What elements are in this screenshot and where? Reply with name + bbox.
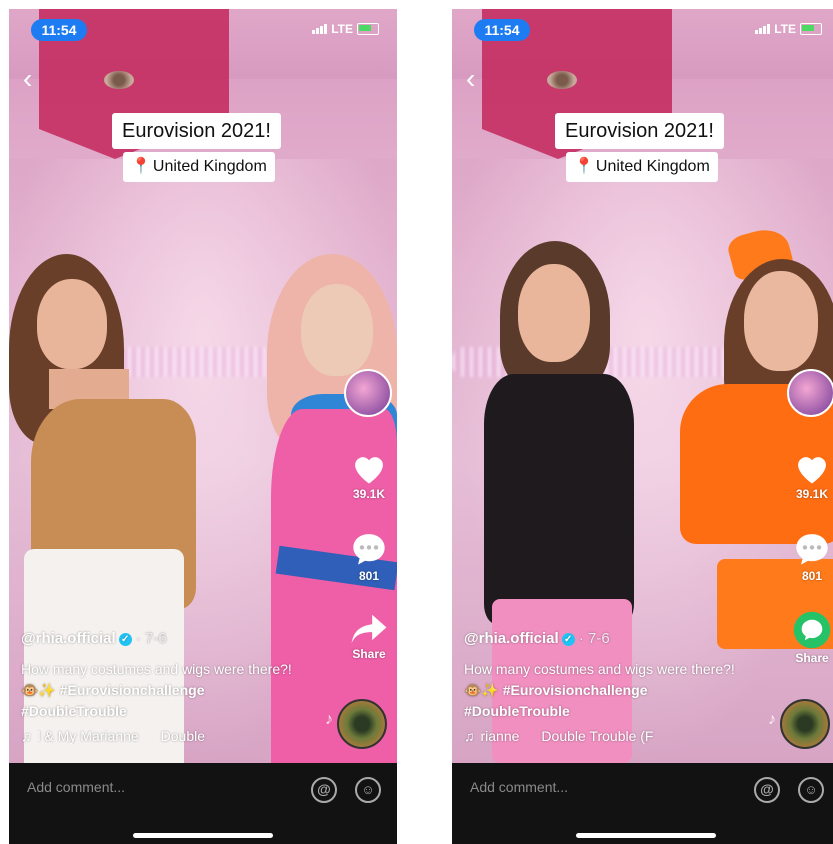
creator-username[interactable]: @rhia.official ✓ · 7-6 <box>21 630 167 647</box>
status-indicators: LTE <box>312 22 379 36</box>
hashtag-doubletrouble[interactable]: #DoubleTrouble <box>464 703 570 719</box>
comment-button[interactable]: 801 <box>347 531 391 583</box>
music-note-icon: ♫ <box>464 728 475 744</box>
like-button[interactable]: 39.1K <box>347 451 391 501</box>
comment-button[interactable]: 801 <box>790 531 833 583</box>
comment-bar: Add comment... @ ☺ <box>452 763 833 844</box>
share-button[interactable]: Share <box>790 611 833 665</box>
like-count: 39.1K <box>352 487 386 501</box>
status-indicators: LTE <box>755 22 822 36</box>
username-text: @rhia.official <box>21 630 116 647</box>
share-label: Share <box>352 647 386 661</box>
emoji-icon[interactable]: ☺ <box>798 777 824 803</box>
music-title-part2: Double <box>160 728 206 744</box>
floating-note-icon: ♪ <box>325 711 333 728</box>
network-label: LTE <box>774 22 796 36</box>
location-label: United Kingdom <box>152 158 267 175</box>
hashtag-doubletrouble[interactable]: #DoubleTrouble <box>21 703 127 719</box>
status-time: 11:54 <box>474 19 530 41</box>
username-text: @rhia.official <box>464 630 559 647</box>
map-pin-icon: 📍 <box>131 158 151 175</box>
network-label: LTE <box>331 22 353 36</box>
whatsapp-share-icon <box>793 611 831 649</box>
home-indicator[interactable] <box>576 833 716 838</box>
at-mention-icon[interactable]: @ <box>754 777 780 803</box>
location-sticker: 📍 United Kingdom <box>566 152 718 182</box>
floating-note-icon: ♪ <box>768 711 776 728</box>
video-title-sticker: Eurovision 2021! <box>555 113 724 149</box>
music-note-icon: ♫ <box>21 728 32 744</box>
back-chevron-icon[interactable]: ‹ <box>466 65 490 95</box>
music-title-part1: l & My Marianne <box>37 728 139 744</box>
video-caption: How many costumes and wigs were there?!🐵… <box>21 659 301 722</box>
location-label: United Kingdom <box>595 158 710 175</box>
like-button[interactable]: 39.1K <box>790 451 833 501</box>
music-title-part2: Double Trouble (F <box>541 728 654 744</box>
music-title-part1: rianne <box>480 728 520 744</box>
phone-screen-right: 11:54 LTE ‹ Eurovision 2021! 📍 United Kin… <box>452 9 833 844</box>
verified-badge-icon: ✓ <box>118 633 132 646</box>
comment-count: 801 <box>801 569 823 583</box>
verified-badge-icon: ✓ <box>561 633 575 646</box>
signal-icon <box>755 24 771 34</box>
status-time: 11:54 <box>31 19 87 41</box>
share-label: Share <box>795 651 829 665</box>
ceiling-lamp <box>547 71 577 89</box>
emoji-icon[interactable]: ☺ <box>355 777 381 803</box>
music-disc[interactable] <box>337 699 387 749</box>
post-date: · 7-6 <box>135 630 167 647</box>
hashtag-eurovisionchallenge[interactable]: #Eurovisionchallenge <box>60 682 205 698</box>
ceiling-lamp <box>104 71 134 89</box>
creator-avatar[interactable] <box>787 369 833 417</box>
music-ticker[interactable]: ♫ l & My Marianne Double <box>21 728 243 744</box>
comment-bubble-icon <box>796 534 828 565</box>
hashtag-eurovisionchallenge[interactable]: #Eurovisionchallenge <box>503 682 648 698</box>
map-pin-icon: 📍 <box>574 158 594 175</box>
battery-icon <box>800 23 822 35</box>
comment-bar: Add comment... @ ☺ <box>9 763 397 844</box>
video-caption: How many costumes and wigs were there?!🐵… <box>464 659 744 722</box>
post-date: · 7-6 <box>578 630 610 647</box>
comment-input[interactable]: Add comment... <box>27 779 125 795</box>
heart-icon <box>355 457 383 484</box>
share-arrow-icon <box>351 614 387 644</box>
creator-username[interactable]: @rhia.official ✓ · 7-6 <box>464 630 610 647</box>
like-count: 39.1K <box>795 487 829 501</box>
video-title-sticker: Eurovision 2021! <box>112 113 281 149</box>
comment-count: 801 <box>358 569 380 583</box>
phone-screen-left: 11:54 LTE ‹ Eurovision 2021! 📍 United Kin… <box>9 9 397 844</box>
location-sticker: 📍 United Kingdom <box>123 152 275 182</box>
comment-bubble-icon <box>353 534 385 565</box>
music-ticker[interactable]: ♫ rianne Double Trouble (F <box>464 728 686 744</box>
creator-avatar[interactable] <box>344 369 392 417</box>
heart-icon <box>798 457 826 484</box>
at-mention-icon[interactable]: @ <box>311 777 337 803</box>
home-indicator[interactable] <box>133 833 273 838</box>
signal-icon <box>312 24 328 34</box>
comment-input[interactable]: Add comment... <box>470 779 568 795</box>
music-disc[interactable] <box>780 699 830 749</box>
share-button[interactable]: Share <box>347 613 391 661</box>
back-chevron-icon[interactable]: ‹ <box>23 65 47 95</box>
battery-icon <box>357 23 379 35</box>
